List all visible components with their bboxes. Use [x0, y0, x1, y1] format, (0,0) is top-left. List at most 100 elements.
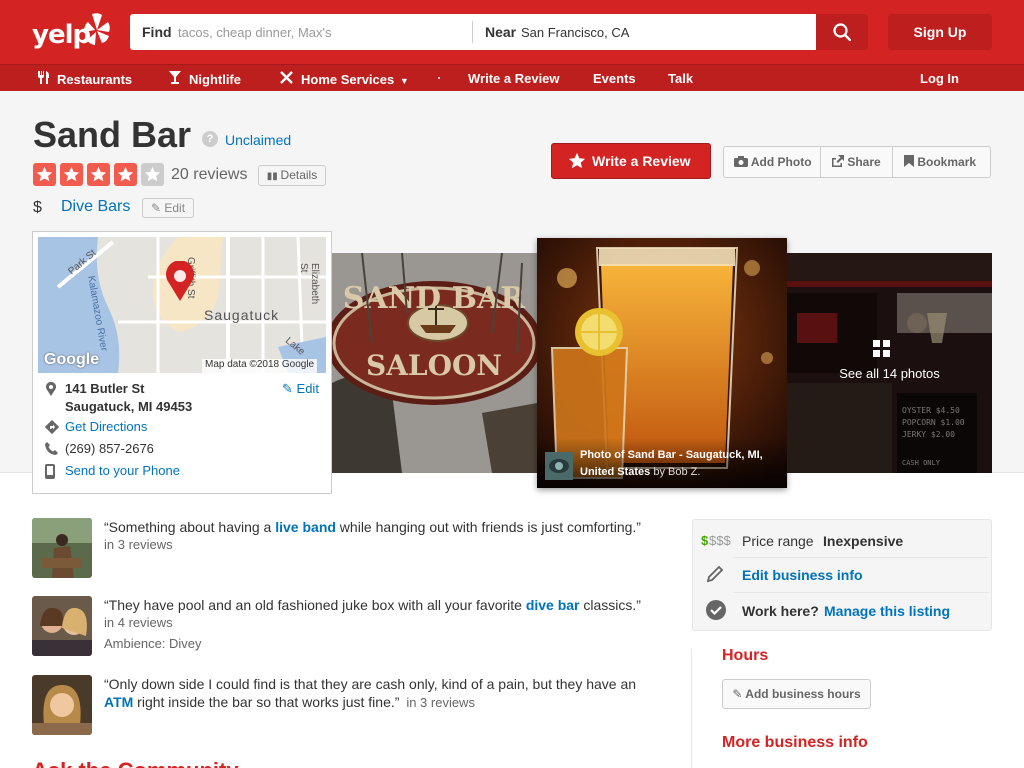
write-review-label: Write a Review: [592, 153, 691, 169]
nav-write-review[interactable]: Write a Review: [468, 71, 560, 86]
pencil-icon: ✎: [282, 381, 293, 396]
nav-nightlife[interactable]: Nightlife: [169, 71, 241, 87]
photographer-avatar[interactable]: [545, 452, 573, 480]
reviewer-avatar[interactable]: [32, 518, 92, 578]
photo-bar-interior[interactable]: OYSTER $4.50 POPCORN $1.00 JERKY $2.00 C…: [787, 253, 992, 473]
street-label: Elizabeth St: [298, 263, 320, 305]
review-count-link[interactable]: in 4 reviews: [104, 615, 173, 630]
write-review-button[interactable]: Write a Review: [551, 143, 711, 179]
pencil-icon: [706, 565, 724, 586]
edit-info-row[interactable]: Edit business info: [701, 559, 989, 593]
send-to-phone-link[interactable]: Send to your Phone: [65, 463, 180, 478]
review-quote: “Only down side I could find is that the…: [104, 675, 664, 712]
edit-business-info-link[interactable]: Edit business info: [742, 567, 863, 583]
unclaimed-link[interactable]: Unclaimed: [225, 132, 291, 148]
share-button[interactable]: Share: [831, 147, 881, 177]
category-link[interactable]: Dive Bars: [61, 198, 130, 216]
button-divider: [820, 147, 821, 177]
map-marker-icon: [45, 381, 57, 399]
price-dollar-active: $: [701, 533, 709, 548]
nav-events[interactable]: Events: [593, 71, 636, 86]
price-dollar-inactive: $$$: [709, 533, 731, 548]
sign-up-button[interactable]: Sign Up: [888, 14, 992, 50]
ask-community-heading: Ask the Community: [32, 758, 239, 768]
nav-nightlife-label: Nightlife: [189, 72, 241, 87]
highlight-link[interactable]: dive bar: [526, 597, 580, 613]
chevron-down-icon: ▼: [399, 76, 409, 86]
row-divider: [733, 592, 989, 593]
add-hours-label: Add business hours: [745, 687, 861, 701]
edit-address-label: Edit: [296, 381, 319, 396]
address-line-2: Saugatuck, MI 49453: [65, 399, 193, 414]
bar-interior-image: OYSTER $4.50 POPCORN $1.00 JERKY $2.00 C…: [787, 253, 992, 473]
yelp-burst-icon: [84, 13, 110, 45]
price-tier: $: [33, 199, 42, 216]
photo-caption-author[interactable]: by Bob Z.: [653, 466, 700, 478]
business-name: Sand Bar: [33, 114, 192, 155]
phone-number: (269) 857-2676: [65, 441, 154, 456]
nav-home-services-label: Home Services: [301, 72, 395, 87]
town-label: Saugatuck: [204, 307, 280, 323]
add-hours-button[interactable]: ✎ Add business hours: [722, 679, 871, 709]
edit-category-label: Edit: [164, 201, 186, 215]
pencil-icon: ✎: [732, 687, 746, 701]
work-here-row: Work here? Manage this listing: [701, 594, 981, 628]
photo-sign[interactable]: SAND BAR SALOON: [332, 253, 537, 473]
reviewer-avatar[interactable]: [32, 675, 92, 735]
manage-listing-link[interactable]: Manage this listing: [824, 603, 950, 619]
see-all-photos-link[interactable]: See all 14 photos: [787, 366, 992, 381]
photo-caption: Photo of Sand Bar - Saugatuck, MI, Unite…: [537, 438, 787, 488]
nav-restaurants[interactable]: Restaurants: [37, 71, 132, 87]
yelp-logo[interactable]: yelp: [32, 10, 112, 54]
work-here-label: Work here?: [742, 603, 819, 619]
bookmark-button[interactable]: Bookmark: [904, 147, 976, 177]
sidebar-divider: [691, 649, 692, 768]
bar-chart-icon: ▮▮: [266, 171, 281, 182]
photo-beer-featured[interactable]: Photo of Sand Bar - Saugatuck, MI, Unite…: [537, 238, 787, 488]
share-label: Share: [847, 155, 881, 169]
review-highlight: “Only down side I could find is that the…: [32, 675, 662, 737]
add-photo-button[interactable]: Add Photo: [734, 147, 812, 177]
nav-restaurants-label: Restaurants: [57, 72, 133, 87]
highlight-link[interactable]: ATM: [104, 694, 133, 710]
hours-heading: Hours: [722, 647, 769, 664]
search-button[interactable]: [816, 14, 868, 50]
details-button[interactable]: ▮▮ Details: [258, 165, 326, 186]
nav-login[interactable]: Log In: [920, 71, 959, 86]
cocktail-icon: [169, 71, 181, 87]
near-label: Near: [485, 24, 517, 40]
bookmark-label: Bookmark: [917, 155, 977, 169]
action-button-group: Add Photo Share Bookmark: [723, 146, 991, 178]
map-pin-icon: [165, 260, 195, 301]
review-quote: “They have pool and an old fashioned juk…: [104, 596, 664, 614]
review-count-link[interactable]: in 3 reviews: [406, 695, 475, 710]
review-count-link[interactable]: in 3 reviews: [104, 537, 173, 552]
review-quote: “Something about having a live band whil…: [104, 518, 664, 536]
help-icon[interactable]: ?: [202, 131, 218, 147]
google-logo: Google: [44, 351, 100, 368]
star-empty-icon: [141, 163, 164, 186]
reviewer-avatar[interactable]: [32, 596, 92, 656]
nav-home-services[interactable]: Home Services ▼: [280, 71, 409, 87]
quote-text: “Only down side I could find is that the…: [104, 676, 637, 692]
review-highlight: “Something about having a live band whil…: [32, 518, 662, 580]
highlight-link[interactable]: live band: [275, 519, 336, 535]
review-count: 20 reviews: [171, 166, 248, 183]
quote-text: classics.”: [579, 597, 641, 613]
quote-text: while hanging out with friends is just c…: [335, 519, 641, 535]
near-input[interactable]: San Francisco, CA: [521, 25, 629, 40]
pencil-icon: ✎: [150, 201, 165, 215]
star-icon: [114, 163, 137, 186]
search-box: Find tacos, cheap dinner, Max's Near San…: [130, 14, 816, 50]
price-range-label: Price range: [742, 533, 814, 549]
star-icon: [87, 163, 110, 186]
bookmark-icon: [904, 155, 917, 169]
edit-address-link[interactable]: ✎ Edit: [282, 381, 319, 397]
nav-talk[interactable]: Talk: [668, 71, 693, 86]
button-divider: [892, 147, 893, 177]
get-directions-link[interactable]: Get Directions: [65, 419, 147, 434]
map-thumbnail[interactable]: Park St Griffith St Elizabeth St Lake Ka…: [38, 237, 326, 373]
edit-category-button[interactable]: ✎ Edit: [142, 198, 194, 218]
find-input[interactable]: tacos, cheap dinner, Max's: [178, 25, 332, 40]
phone-icon: [45, 442, 58, 458]
